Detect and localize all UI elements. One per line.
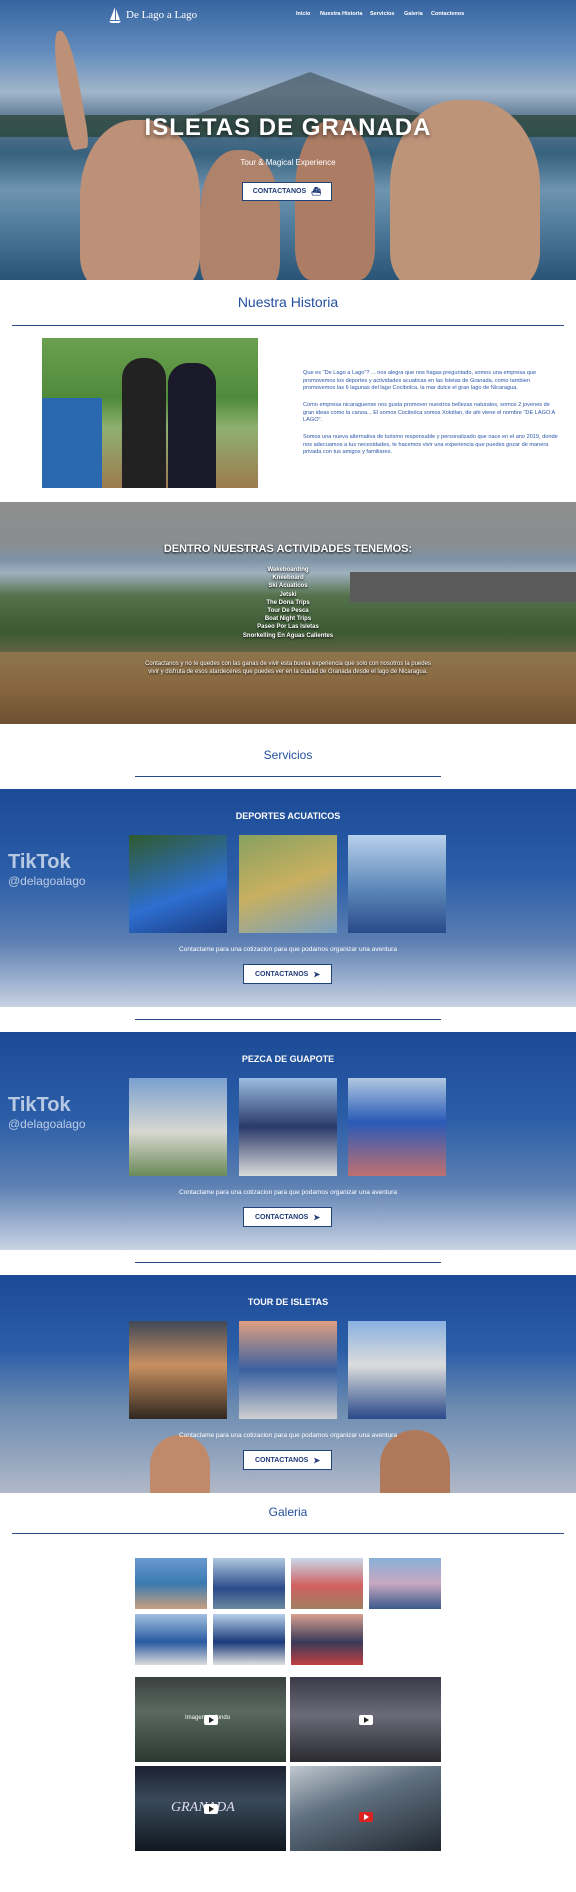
tiktok-label: TikTok (8, 1094, 71, 1116)
actividad-item: Jetski (279, 591, 297, 598)
hero-section: De Lago a Lago Inicio Nuestra Historia S… (0, 0, 576, 280)
actividad-item: The Dona Trips (266, 599, 310, 606)
hero-title: ISLETAS DE GRANADA (144, 114, 432, 141)
servicio-deportes-acuaticos: TikTok @delagoalago DEPORTES ACUATICOS C… (0, 789, 576, 1007)
servicio-note: Contactame para una cotizacion para que … (179, 1432, 397, 1439)
nav-galeria[interactable]: Galeria (404, 11, 423, 17)
actividades-title: DENTRO NUESTRAS ACTIVIDADES TENEMOS: (163, 543, 413, 555)
actividades-list: Wakeboarding Kneeboard Ski Acuaticos Jet… (0, 566, 576, 640)
servicios-title: Servicios (263, 748, 313, 762)
actividades-footer: Contactanos y no te quedes con las ganas… (145, 661, 431, 675)
servicio-contact-button[interactable]: CONTACTANOS ➤ (243, 964, 332, 984)
actividad-item: Wakeboarding (267, 567, 309, 573)
person-face (380, 1430, 450, 1493)
tiktok-handle: @delagoalago (8, 1117, 86, 1131)
servicio-divider (135, 1262, 441, 1263)
servicio-photo (348, 1321, 446, 1419)
person-left (122, 358, 166, 488)
gallery-video[interactable] (290, 1766, 441, 1851)
servicio-photo (239, 1321, 337, 1419)
fish-icon: ➤ (313, 1212, 321, 1222)
boat-shape (42, 398, 102, 488)
servicio-divider (135, 1019, 441, 1020)
tiktok-watermark: TikTok @delagoalago (8, 851, 86, 888)
sailboat-icon (109, 7, 121, 23)
tiktok-handle: @delagoalago (8, 874, 86, 888)
actividad-item: Boat Night Trips (264, 616, 312, 623)
person-right (168, 363, 216, 488)
servicio-tour-de-isletas: TOUR DE ISLETAS Contactame para una coti… (0, 1275, 576, 1493)
tiktok-watermark: TikTok @delagoalago (8, 1094, 86, 1131)
servicio-note: Contactame para una cotizacion para que … (179, 946, 397, 953)
servicio-contact-button[interactable]: CONTACTANOS ➤ (243, 1207, 332, 1227)
historia-paragraph-1: Que es "De Lago a Lago"? ... nos alegra … (303, 370, 537, 391)
play-icon[interactable] (203, 1803, 218, 1814)
servicio-photo (129, 1078, 227, 1176)
gallery-thumb[interactable] (135, 1614, 207, 1665)
actividad-item: Paseo Por Las Isletas (257, 624, 319, 631)
hero-subtitle: Tour & Magical Experience (240, 158, 336, 167)
gallery-thumb[interactable] (291, 1614, 363, 1665)
servicio-photo (239, 835, 337, 933)
hero-contact-button[interactable]: CONTACTANOS ⛴ (242, 182, 332, 201)
servicio-title: PEZCA DE GUAPOTE (241, 1054, 335, 1064)
actividad-item: Tour De Pesca (267, 608, 309, 615)
historia-title: Nuestra Historia (237, 294, 339, 310)
servicio-title: DEPORTES ACUATICOS (235, 811, 341, 821)
nav-servicios[interactable]: Servicios (370, 11, 394, 17)
gallery-video[interactable] (290, 1677, 441, 1762)
gallery-thumb[interactable] (213, 1614, 285, 1665)
fish-icon: ➤ (313, 1455, 321, 1465)
actividad-item: Ski Acuaticos (268, 583, 308, 590)
servicio-photo (129, 835, 227, 933)
historia-photo (42, 338, 258, 488)
servicio-note: Contactame para una cotizacion para que … (179, 1189, 397, 1196)
nav-inicio[interactable]: Inicio (296, 11, 310, 17)
historia-paragraph-3: Somos una nueva alternativa de turismo r… (303, 434, 558, 455)
gallery-thumb[interactable] (369, 1558, 441, 1609)
servicio-pezca-de-guapote: TikTok @delagoalago PEZCA DE GUAPOTE Con… (0, 1032, 576, 1250)
hero-contact-label: CONTACTANOS (252, 188, 307, 195)
galeria-divider (12, 1533, 564, 1534)
servicio-photo (348, 1078, 446, 1176)
youtube-play-icon[interactable] (358, 1812, 373, 1822)
play-icon[interactable] (203, 1714, 218, 1725)
fish-icon: ➤ (313, 969, 321, 979)
actividad-item: Snorkelling En Aguas Calientes (242, 632, 334, 639)
galeria-title: Galeria (268, 1505, 308, 1519)
tiktok-label: TikTok (8, 851, 71, 873)
historia-divider (12, 325, 564, 326)
gallery-video[interactable]: GRANADA (135, 1766, 286, 1851)
brand-name: De Lago a Lago (126, 9, 198, 21)
nav-contactenos[interactable]: Contactenos (431, 11, 464, 17)
servicios-divider (135, 776, 441, 777)
top-navbar: De Lago a Lago Inicio Nuestra Historia S… (0, 0, 576, 30)
servicio-photo (239, 1078, 337, 1176)
video-caption: GRANADA (171, 1800, 235, 1815)
nav-nuestra-historia[interactable]: Nuestra Historia (320, 11, 363, 17)
gallery-video[interactable]: Imagen de fondo (135, 1677, 286, 1762)
gallery-thumb[interactable] (135, 1558, 207, 1609)
servicio-contact-button[interactable]: CONTACTANOS ➤ (243, 1450, 332, 1470)
play-icon[interactable] (358, 1714, 373, 1725)
servicio-title: TOUR DE ISLETAS (247, 1297, 329, 1307)
gallery-thumb[interactable] (291, 1558, 363, 1609)
servicio-contact-label: CONTACTANOS (254, 1213, 309, 1221)
servicio-photo (348, 835, 446, 933)
brand-logo[interactable]: De Lago a Lago (108, 6, 197, 24)
person-face (150, 1435, 210, 1493)
servicio-contact-label: CONTACTANOS (254, 970, 309, 978)
servicio-contact-label: CONTACTANOS (254, 1456, 309, 1464)
boat-icon: ⛴ (311, 187, 322, 196)
servicio-photo (129, 1321, 227, 1419)
gallery-thumb[interactable] (213, 1558, 285, 1609)
historia-paragraph-2: Como empresa nicaraguense nos gusta prom… (303, 402, 555, 423)
actividad-item: Kneeboard (272, 575, 304, 582)
